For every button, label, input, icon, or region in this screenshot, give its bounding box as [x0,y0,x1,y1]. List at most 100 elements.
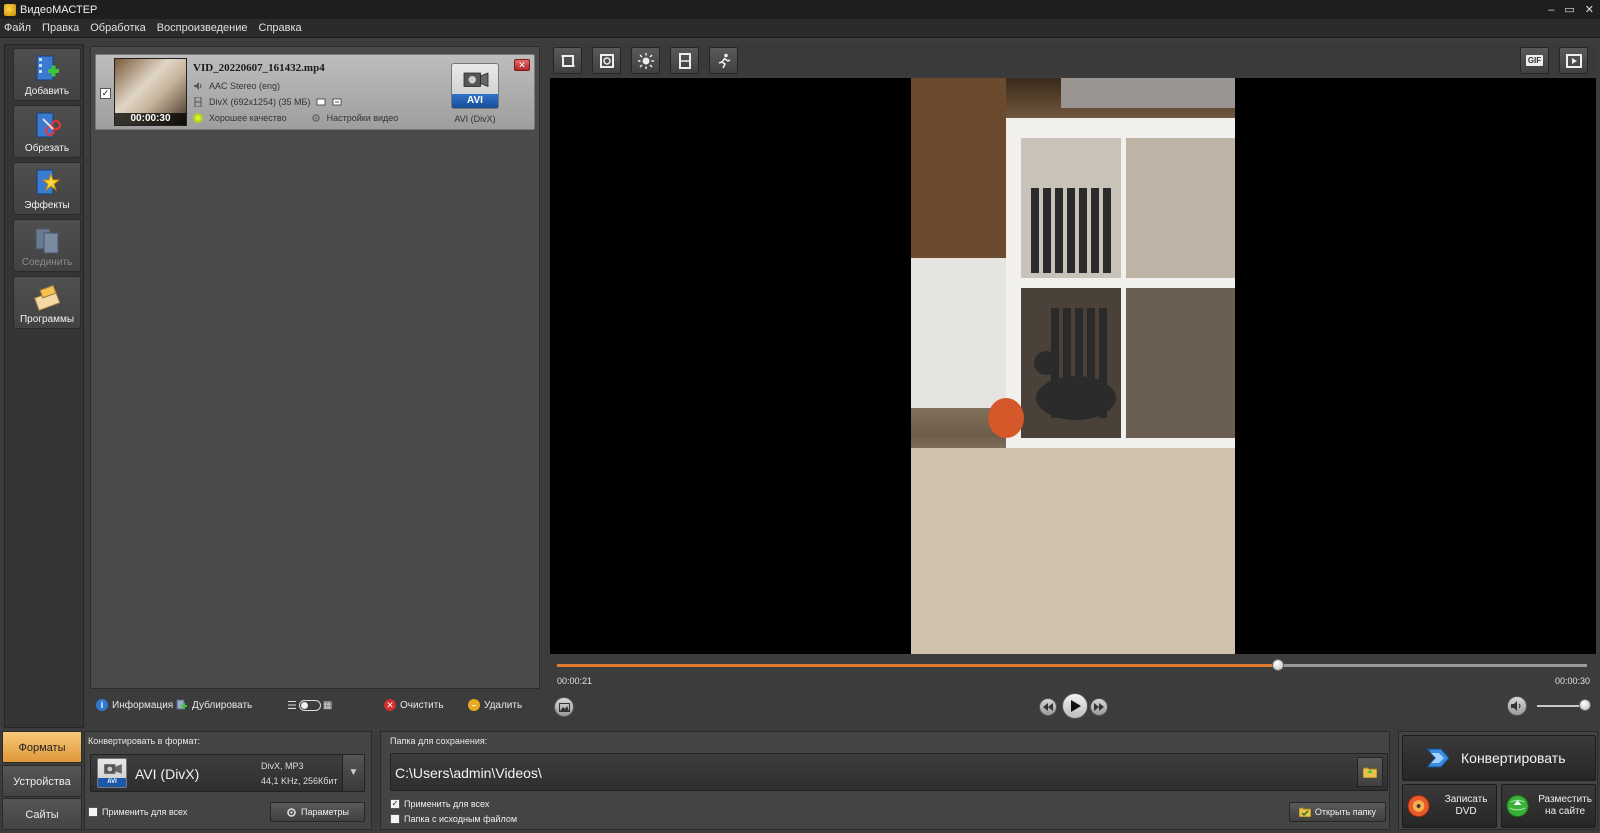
minimize-button[interactable]: – [1548,4,1554,16]
publish-site-button[interactable]: Разместить на сайте [1501,784,1596,828]
format-select[interactable]: AVI AVI (DivX) DivX, MP3 44,1 KHz, 256Кб… [90,754,365,792]
duplicate-icon [176,699,187,710]
seek-handle[interactable] [1272,659,1284,671]
current-time: 00:00:21 [557,676,593,686]
delete-icon: – [468,699,480,711]
parameters-button[interactable]: Параметры [270,802,365,822]
film-frame-icon[interactable] [316,97,326,107]
format-caption: Конвертировать в формат: [88,736,200,746]
next-button[interactable] [1090,698,1108,716]
trim-label: Обрезать [24,143,70,154]
total-time: 00:00:30 [1555,676,1591,686]
file-card[interactable]: ✓ 00:00:30 VID_20220607_161432.mp4 AAC S… [95,54,535,130]
snapshot-button[interactable] [554,697,574,717]
menu-help[interactable]: Справка [259,22,302,34]
save-apply-all-checkbox[interactable]: ✓ [390,799,400,809]
format-dropdown-arrow[interactable]: ▼ [342,755,364,791]
file-name: VID_20220607_161432.mp4 [193,62,325,74]
video-preview[interactable] [550,78,1596,654]
join-button[interactable]: Соединить [13,219,81,272]
speed-button[interactable] [709,47,738,74]
remove-file-button[interactable]: ✕ [514,59,530,71]
list-view-icon[interactable]: ☰ [287,699,297,712]
crop-button[interactable] [553,47,582,74]
audio-track-label: AAC Stereo (eng) [209,81,281,91]
grid-view-icon[interactable]: ▦ [323,700,332,711]
file-list[interactable]: ✓ 00:00:30 VID_20220607_161432.mp4 AAC S… [90,46,540,689]
tab-formats[interactable]: Форматы [2,731,82,763]
format-apply-all-checkbox[interactable] [88,807,98,817]
gear-icon [311,114,320,122]
source-folder-option[interactable]: Папка с исходным файлом [390,814,517,824]
parameters-label: Параметры [301,807,349,817]
menu-processing[interactable]: Обработка [90,22,145,34]
fullscreen-icon [1565,53,1582,68]
dvd-disc-icon [1407,794,1430,818]
gif-button[interactable]: GIF [1520,47,1549,74]
tab-devices[interactable]: Устройства [2,765,82,797]
browse-folder-button[interactable] [1357,757,1383,787]
view-switch[interactable] [298,700,321,711]
stabilize-button[interactable] [592,47,621,74]
menu-edit[interactable]: Правка [42,22,79,34]
camera-icon: AVI [97,758,127,788]
skip-forward-icon [1094,703,1104,711]
seek-progress [557,664,1278,667]
video-track-label: DivX (692x1254) (35 МБ) [209,97,311,107]
clear-button[interactable]: ✕ Очистить [384,699,444,711]
format-apply-all-label: Применить для всех [102,807,188,817]
output-category-tabs: Форматы Устройства Сайты [2,731,82,830]
view-toggle[interactable]: ☰ ▦ [287,699,332,712]
convert-button[interactable]: Конвертировать [1402,735,1596,781]
app-logo-icon [4,3,16,16]
output-format-caption: AVI (DivX) [454,114,496,124]
menu-file[interactable]: Файл [4,22,31,34]
publish-site-label: Разместить на сайте [1538,794,1592,817]
convert-arrow-icon [1425,748,1450,768]
volume-handle[interactable] [1578,699,1591,711]
volume-button[interactable] [1507,696,1527,716]
rotate-button[interactable] [670,47,699,74]
quality-label[interactable]: Хорошее качество [209,113,287,123]
brightness-icon [637,52,654,69]
maximize-button[interactable]: ▭ [1564,3,1574,16]
save-caption: Папка для сохранения: [390,736,488,746]
menu-playback[interactable]: Воспроизведение [157,22,248,34]
format-apply-all[interactable]: Применить для всех [88,807,187,817]
info-button[interactable]: i Информация [96,699,173,711]
source-folder-checkbox[interactable] [390,814,400,824]
format-panel: Конвертировать в формат: AVI AVI (DivX) … [84,731,372,830]
save-apply-all[interactable]: ✓ Применить для всех [390,799,489,809]
save-path-field[interactable]: C:\Users\admin\Videos\ [390,753,1388,791]
video-settings-link[interactable]: Настройки видео [327,113,399,123]
film-rotate-icon [678,52,691,69]
convert-label: Конвертировать [1461,750,1566,766]
add-button[interactable]: Добавить [13,48,81,101]
tab-sites[interactable]: Сайты [2,798,82,830]
trim-button[interactable]: Обрезать [13,105,81,158]
effects-button[interactable]: Эффекты [13,162,81,215]
play-button[interactable] [1062,693,1088,719]
output-format-badge[interactable]: AVI [451,63,499,109]
duplicate-button[interactable]: Дублировать [176,699,252,711]
effects-label: Эффекты [24,200,70,211]
close-window-button[interactable]: ✕ [1585,3,1594,16]
brightness-button[interactable] [631,47,660,74]
video-frame-image [911,78,1235,654]
programs-button[interactable]: Программы [13,276,81,329]
open-folder-button[interactable]: Открыть папку [1289,802,1386,822]
previous-button[interactable] [1039,698,1057,716]
programs-icon [33,284,61,311]
save-folder-panel: Папка для сохранения: C:\Users\admin\Vid… [380,731,1390,830]
format-spec-audio: 44,1 KHz, 256Кбит [261,776,338,786]
fullscreen-button[interactable] [1559,47,1588,74]
save-path-value: C:\Users\admin\Videos\ [395,765,542,781]
file-list-toolbar: i Информация Дублировать ☰ ▦ ✕ Очистить … [90,694,540,718]
format-icon-label: AVI [98,778,126,787]
burn-dvd-button[interactable]: Записать DVD [1402,784,1497,828]
delete-button[interactable]: – Удалить [468,699,522,711]
file-checkbox[interactable]: ✓ [100,88,111,99]
seek-bar[interactable] [557,659,1587,671]
film-edit-icon[interactable] [332,97,342,107]
clear-icon: ✕ [384,699,396,711]
